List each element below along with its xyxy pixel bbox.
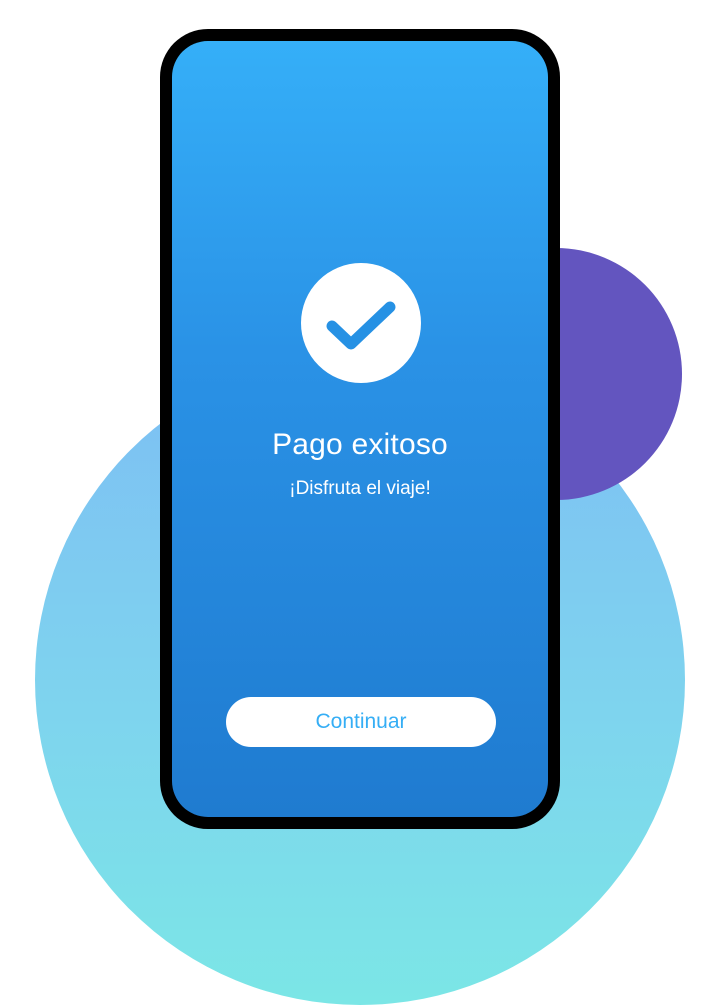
phone-frame: Pago exitoso ¡Disfruta el viaje! Continu… xyxy=(160,29,560,829)
check-icon xyxy=(326,301,396,350)
success-badge xyxy=(301,263,421,383)
continue-button[interactable]: Continuar xyxy=(226,697,496,747)
phone-screen: Pago exitoso ¡Disfruta el viaje! Continu… xyxy=(172,41,548,817)
success-title: Pago exitoso xyxy=(272,428,448,461)
success-subtitle: ¡Disfruta el viaje! xyxy=(289,478,431,499)
